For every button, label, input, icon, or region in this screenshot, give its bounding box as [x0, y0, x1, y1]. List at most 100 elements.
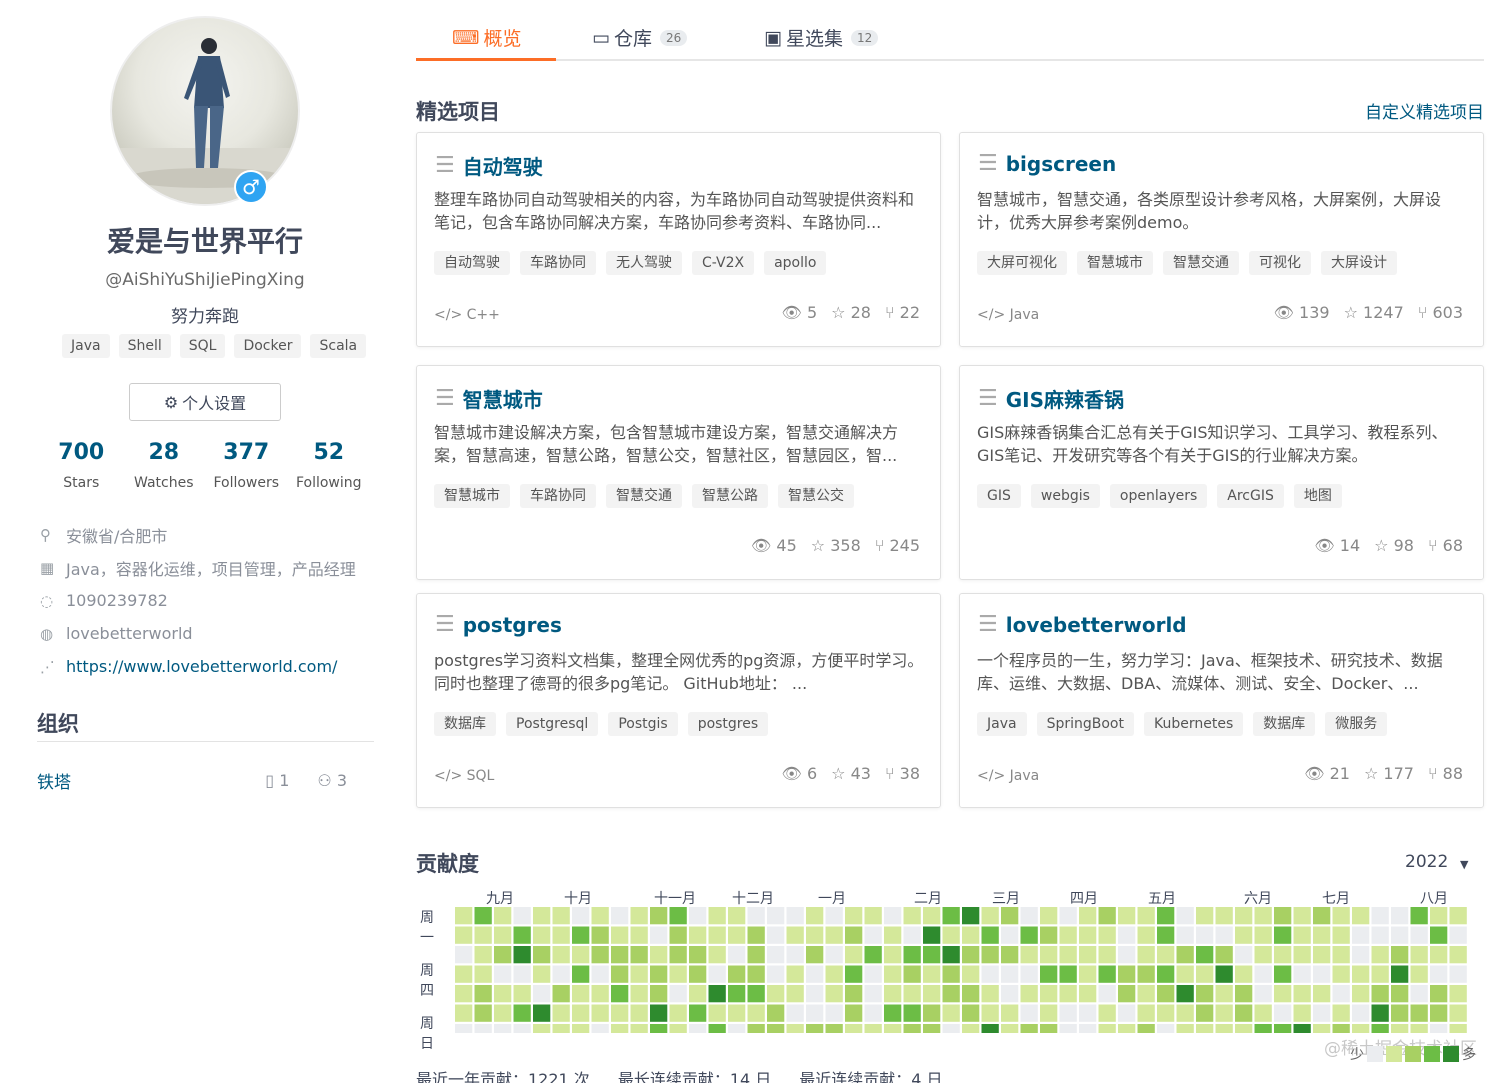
heatmap-cell[interactable]: [1196, 1024, 1214, 1033]
project-tag[interactable]: apollo: [764, 251, 827, 275]
heatmap-cell[interactable]: [1157, 907, 1175, 925]
heatmap-cell[interactable]: [903, 946, 921, 964]
heatmap-cell[interactable]: [1235, 946, 1253, 964]
heatmap-cell[interactable]: [455, 1024, 473, 1033]
heatmap-cell[interactable]: [533, 985, 551, 1003]
heatmap-cell[interactable]: [669, 946, 687, 964]
heatmap-cell[interactable]: [1020, 985, 1038, 1003]
heatmap-cell[interactable]: [806, 946, 824, 964]
project-tag[interactable]: 地图: [1293, 484, 1342, 508]
heatmap-cell[interactable]: [650, 907, 668, 925]
heatmap-cell[interactable]: [1196, 965, 1214, 983]
heatmap-cell[interactable]: [942, 907, 960, 925]
heatmap-cell[interactable]: [864, 926, 882, 944]
project-tag[interactable]: 智慧城市: [1077, 251, 1153, 275]
heatmap-cell[interactable]: [1176, 965, 1194, 983]
project-tag[interactable]: SpringBoot: [1036, 712, 1134, 736]
heatmap-cell[interactable]: [591, 965, 609, 983]
heatmap-cell[interactable]: [708, 965, 726, 983]
heatmap-cell[interactable]: [1098, 907, 1116, 925]
heatmap-cell[interactable]: [474, 907, 492, 925]
heatmap-cell[interactable]: [1059, 946, 1077, 964]
heatmap-cell[interactable]: [689, 1024, 707, 1033]
language-tag[interactable]: Shell: [118, 334, 171, 358]
heatmap-cell[interactable]: [981, 965, 999, 983]
customize-featured-link[interactable]: 自定义精选项目: [1365, 98, 1484, 123]
heatmap-cell[interactable]: [1196, 946, 1214, 964]
heatmap-cell[interactable]: [1332, 946, 1350, 964]
heatmap-cell[interactable]: [942, 926, 960, 944]
heatmap-cell[interactable]: [1293, 1004, 1311, 1022]
heatmap-cell[interactable]: [1332, 1004, 1350, 1022]
heatmap-cell[interactable]: [630, 985, 648, 1003]
heatmap-cell[interactable]: [494, 946, 512, 964]
heatmap-cell[interactable]: [1040, 926, 1058, 944]
heatmap-cell[interactable]: [650, 1004, 668, 1022]
heatmap-cell[interactable]: [825, 965, 843, 983]
heatmap-cell[interactable]: [1098, 946, 1116, 964]
heatmap-cell[interactable]: [1137, 965, 1155, 983]
heatmap-cell[interactable]: [1157, 926, 1175, 944]
heatmap-cell[interactable]: [747, 965, 765, 983]
heatmap-cell[interactable]: [1215, 965, 1233, 983]
heatmap-cell[interactable]: [981, 985, 999, 1003]
fork-stat[interactable]: ⑂ 22: [885, 303, 920, 322]
project-title[interactable]: ☰ bigscreen: [978, 151, 1116, 176]
heatmap-cell[interactable]: [552, 1004, 570, 1022]
heatmap-cell[interactable]: [1215, 1024, 1233, 1033]
heatmap-cell[interactable]: [962, 1024, 980, 1033]
heatmap-cell[interactable]: [1020, 907, 1038, 925]
heatmap-cell[interactable]: [1157, 965, 1175, 983]
heatmap-cell[interactable]: [864, 965, 882, 983]
heatmap-cell[interactable]: [494, 907, 512, 925]
heatmap-cell[interactable]: [825, 1004, 843, 1022]
watch-stat[interactable]: 👁 45: [751, 536, 797, 555]
heatmap-cell[interactable]: [611, 926, 629, 944]
heatmap-cell[interactable]: [845, 965, 863, 983]
heatmap-cell[interactable]: [981, 946, 999, 964]
heatmap-cell[interactable]: [1001, 985, 1019, 1003]
project-title[interactable]: ☰ lovebetterworld: [978, 612, 1187, 637]
heatmap-cell[interactable]: [1371, 1024, 1389, 1033]
heatmap-cell[interactable]: [981, 926, 999, 944]
heatmap-cell[interactable]: [767, 907, 785, 925]
heatmap-cell[interactable]: [1118, 985, 1136, 1003]
heatmap-cell[interactable]: [1157, 1024, 1175, 1033]
heatmap-cell[interactable]: [1079, 985, 1097, 1003]
heatmap-cell[interactable]: [1274, 926, 1292, 944]
heatmap-cell[interactable]: [884, 1024, 902, 1033]
heatmap-cell[interactable]: [728, 1024, 746, 1033]
heatmap-cell[interactable]: [552, 965, 570, 983]
heatmap-cell[interactable]: [1254, 926, 1272, 944]
heatmap-cell[interactable]: [708, 1024, 726, 1033]
project-title[interactable]: ☰ 智慧城市: [435, 384, 543, 413]
heatmap-cell[interactable]: [1235, 1024, 1253, 1033]
heatmap-cell[interactable]: [611, 985, 629, 1003]
heatmap-cell[interactable]: [1059, 985, 1077, 1003]
heatmap-cell[interactable]: [864, 1024, 882, 1033]
heatmap-cell[interactable]: [1313, 907, 1331, 925]
heatmap-cell[interactable]: [494, 1004, 512, 1022]
heatmap-cell[interactable]: [825, 1024, 843, 1033]
project-tag[interactable]: Kubernetes: [1143, 712, 1244, 736]
heatmap-cell[interactable]: [533, 926, 551, 944]
project-tag[interactable]: 微服务: [1325, 712, 1388, 736]
heatmap-cell[interactable]: [1410, 907, 1428, 925]
project-tag[interactable]: Postgresql: [506, 712, 599, 736]
heatmap-cell[interactable]: [903, 907, 921, 925]
heatmap-cell[interactable]: [1176, 926, 1194, 944]
heatmap-cell[interactable]: [845, 946, 863, 964]
heatmap-cell[interactable]: [455, 926, 473, 944]
heatmap-cell[interactable]: [513, 985, 531, 1003]
heatmap-cell[interactable]: [884, 926, 902, 944]
heatmap-cell[interactable]: [962, 926, 980, 944]
heatmap-cell[interactable]: [1313, 946, 1331, 964]
heatmap-cell[interactable]: [1118, 907, 1136, 925]
heatmap-cell[interactable]: [1059, 965, 1077, 983]
heatmap-cell[interactable]: [1449, 1004, 1467, 1022]
heatmap-cell[interactable]: [533, 965, 551, 983]
heatmap-cell[interactable]: [1313, 1004, 1331, 1022]
heatmap-cell[interactable]: [611, 946, 629, 964]
heatmap-cell[interactable]: [1254, 1004, 1272, 1022]
stat-following[interactable]: 52 Following: [288, 440, 371, 491]
